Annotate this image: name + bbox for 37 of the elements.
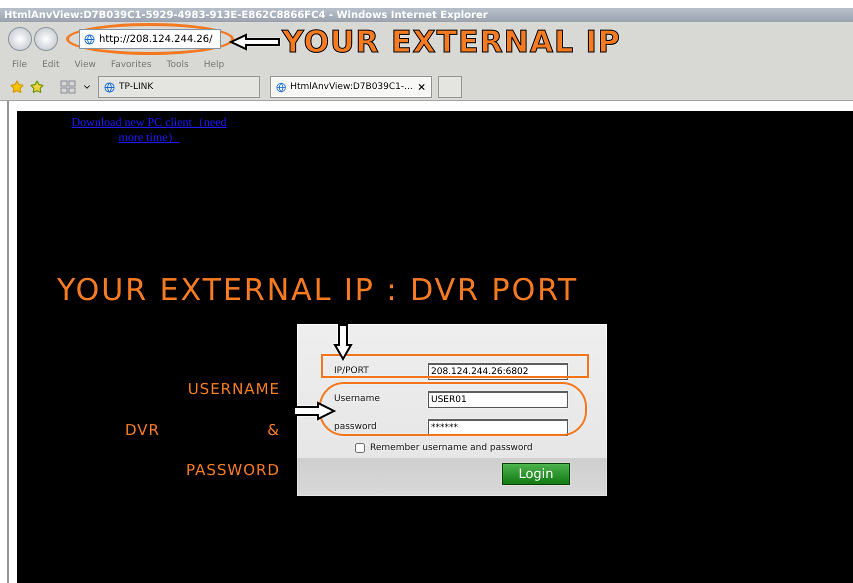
field-label: Username: [334, 394, 381, 404]
input-field[interactable]: ******: [428, 418, 568, 436]
menu-item[interactable]: View: [74, 60, 96, 70]
checkbox-label: Remember username and password: [370, 443, 533, 453]
window-title: HtmlAnvView:D7B039C1-5929-4983-913E-E862C8866FC4 - Windows Internet Explorer: [0, 8, 853, 22]
close-icon[interactable]: [416, 82, 426, 92]
annotation-text: YOUR EXTERNAL IP : DVR PORT: [57, 273, 580, 308]
grid-icon[interactable]: [60, 80, 76, 94]
field-label: password: [334, 422, 378, 432]
menu-item[interactable]: Help: [204, 60, 224, 70]
annotation-text: YOUR EXTERNAL IP: [282, 25, 621, 60]
globe-icon: [84, 34, 95, 44]
menu-item[interactable]: Favorites: [110, 60, 152, 70]
menu-item[interactable]: Tools: [166, 60, 189, 70]
menu-item[interactable]: File: [12, 60, 28, 70]
add-favorite-icon[interactable]: [30, 80, 44, 94]
input-field[interactable]: USER01: [428, 390, 568, 408]
back-button[interactable]: [8, 27, 32, 51]
browser-tab[interactable]: TP-LINK: [98, 76, 260, 98]
globe-icon: [104, 82, 115, 92]
menu-item[interactable]: Edit: [42, 60, 60, 70]
download-link[interactable]: Download new PC client（need more time）: [59, 115, 239, 145]
address-field[interactable]: http://208.124.244.26/: [79, 29, 221, 49]
star-icon[interactable]: [10, 80, 24, 94]
annotation-text: &: [267, 420, 280, 441]
login-button[interactable]: Login: [502, 463, 570, 485]
forward-button[interactable]: [34, 27, 58, 51]
annotation-text: PASSWORD: [186, 461, 280, 482]
annotation-text: USERNAME: [188, 380, 280, 400]
field-label: IP/PORT: [334, 366, 370, 376]
left-arrow-icon: [230, 34, 280, 50]
right-arrow-icon: [293, 402, 335, 420]
remember-checkbox[interactable]: [355, 443, 365, 453]
globe-icon: [276, 82, 286, 92]
browser-tab[interactable]: HtmlAnvView:D7B039C1-...: [270, 76, 432, 98]
annotation-text: DVR: [125, 420, 160, 441]
down-arrow-icon: [334, 324, 352, 360]
